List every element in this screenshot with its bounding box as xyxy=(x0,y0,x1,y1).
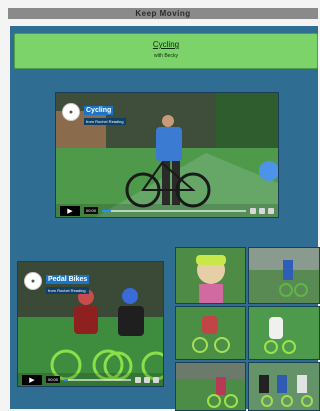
play-icon[interactable]: ▶ xyxy=(60,205,80,216)
progress-bar[interactable] xyxy=(64,378,131,381)
video-controls: ▶ 00:00 xyxy=(56,204,278,217)
photo-thumbnail[interactable] xyxy=(248,306,320,360)
settings-icon[interactable] xyxy=(259,207,265,214)
photo-thumbnail[interactable] xyxy=(248,247,320,304)
photo-icon xyxy=(176,307,245,359)
photo-icon xyxy=(249,248,319,303)
photo-thumbnail[interactable] xyxy=(175,306,246,360)
settings-icon[interactable] xyxy=(144,376,150,383)
video-header: ● Cycling from Rochel Reading xyxy=(62,99,126,125)
page-header: Keep Moving xyxy=(8,8,318,19)
photo-thumbnail[interactable] xyxy=(175,247,246,304)
control-icons xyxy=(135,376,159,383)
volume-icon[interactable] xyxy=(135,376,141,383)
video-subtitle: from Rochel Reading xyxy=(84,118,126,125)
video-title: Cycling xyxy=(84,106,114,115)
cycling-video[interactable]: ● Cycling from Rochel Reading ▶ 00:00 xyxy=(55,92,279,218)
video-title: Pedal Bikes xyxy=(46,275,90,284)
channel-logo-icon: ● xyxy=(24,272,42,290)
volume-icon[interactable] xyxy=(250,207,256,214)
channel-logo-icon: ● xyxy=(62,103,80,121)
video-subtitle: from Rochel Reading xyxy=(46,287,90,294)
pedal-bikes-video[interactable]: ● Pedal Bikes from Rochel Reading ▶ 00:0… xyxy=(17,261,164,387)
progress-bar[interactable] xyxy=(102,209,246,212)
photo-icon xyxy=(249,307,319,359)
banner-subtitle: with Becky xyxy=(154,53,178,59)
control-icons xyxy=(250,207,274,214)
content-panel: Cycling with Becky ● Cycling from Rochel… xyxy=(10,26,320,411)
photo-icon xyxy=(176,363,245,410)
fullscreen-icon[interactable] xyxy=(268,207,274,214)
video-controls: ▶ 00:00 xyxy=(18,373,163,386)
play-icon[interactable]: ▶ xyxy=(22,374,42,385)
fullscreen-icon[interactable] xyxy=(153,376,159,383)
video-time: 00:00 xyxy=(84,207,99,214)
video-header: ● Pedal Bikes from Rochel Reading xyxy=(24,268,90,294)
banner: Cycling with Becky xyxy=(14,33,318,69)
video-time: 00:00 xyxy=(46,376,61,383)
banner-title: Cycling xyxy=(152,40,180,49)
photo-icon xyxy=(176,248,245,303)
photo-icon xyxy=(249,363,319,410)
photo-thumbnail[interactable] xyxy=(175,362,246,411)
photo-thumbnail[interactable] xyxy=(248,362,320,411)
